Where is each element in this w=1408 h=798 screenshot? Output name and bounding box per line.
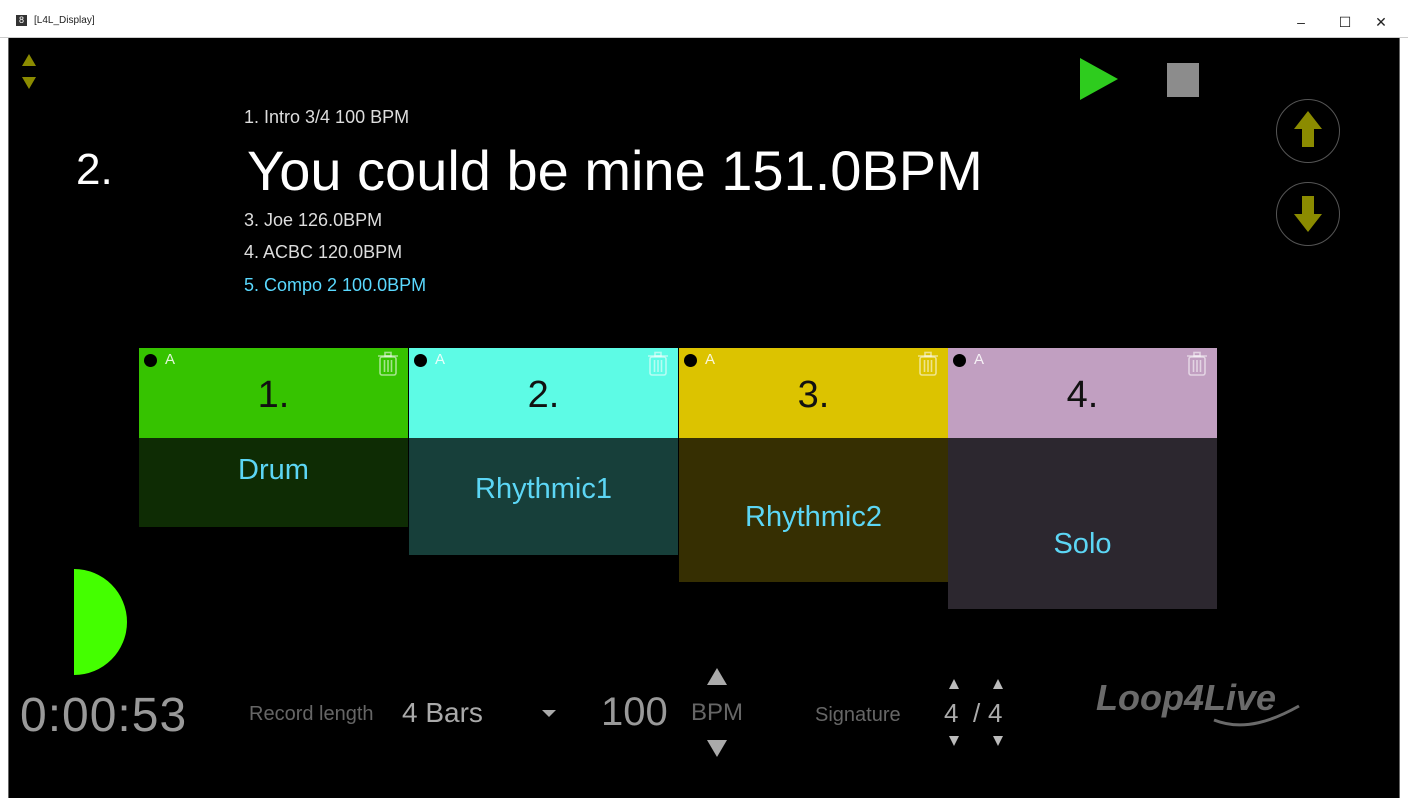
window-border-right (1399, 38, 1400, 798)
auto-mode-label[interactable]: A (705, 351, 715, 369)
app-icon: 8 (16, 15, 27, 26)
minimize-button[interactable]: – (1278, 8, 1324, 36)
track-body[interactable]: Solo (948, 438, 1218, 609)
track-body[interactable]: Rhythmic2 (679, 438, 949, 582)
track-header[interactable]: A 4. (948, 348, 1218, 438)
track-body[interactable]: Rhythmic1 (409, 438, 679, 555)
next-song-item[interactable]: 3. Joe 126.0BPM (244, 209, 382, 231)
song-up-button[interactable] (1276, 99, 1340, 163)
track-number: 4. (1066, 374, 1099, 416)
auto-mode-label[interactable]: A (165, 351, 175, 369)
auto-mode-label[interactable]: A (974, 351, 984, 369)
arrow-up-icon (1294, 111, 1322, 147)
track-card: A 3. Rhythmic2 (679, 348, 949, 582)
track-card: A 2. Rhythmic1 (409, 348, 679, 555)
track-name: Solo (1053, 528, 1112, 560)
record-arm-icon[interactable] (414, 354, 427, 367)
song-down-button[interactable] (1276, 182, 1340, 246)
previous-song[interactable]: 1. Intro 3/4 100 BPM (244, 106, 409, 128)
window-frame-right (1399, 38, 1408, 798)
signature-slash: / (973, 698, 981, 728)
signature-label: Signature (815, 704, 901, 726)
current-song-title[interactable]: You could be mine 151.0BPM (247, 139, 983, 203)
track-name: Rhythmic1 (475, 473, 612, 505)
bpm-increase-button[interactable] (707, 668, 727, 685)
signature-den-up-button[interactable] (993, 679, 1003, 689)
track-card: A 1. Drum (139, 348, 409, 527)
window-border-left (8, 38, 9, 798)
track-number: 3. (797, 374, 830, 416)
bpm-decrease-button[interactable] (707, 740, 727, 757)
track-card: A 4. Solo (948, 348, 1218, 609)
record-length-label: Record length (249, 703, 374, 725)
metronome-indicator-icon (74, 569, 127, 675)
collapse-toggle-icon[interactable] (21, 53, 37, 93)
track-header[interactable]: A 1. (139, 348, 409, 438)
elapsed-timer: 0:00:53 (20, 689, 188, 742)
track-header[interactable]: A 3. (679, 348, 949, 438)
chevron-down-icon[interactable] (542, 710, 556, 717)
signature-numerator: 4 (944, 698, 959, 728)
track-name: Drum (238, 454, 309, 486)
current-song-number: 2. (76, 145, 113, 194)
loop4live-logo: Loop4Live (1096, 677, 1300, 727)
arrow-down-icon (1294, 196, 1322, 232)
logo-text: Loop4Live (1096, 677, 1276, 718)
record-arm-icon[interactable] (684, 354, 697, 367)
signature-denominator: 4 (988, 698, 1003, 728)
track-number: 2. (527, 374, 560, 416)
record-arm-icon[interactable] (144, 354, 157, 367)
next-song-item[interactable]: 4. ACBC 120.0BPM (244, 241, 402, 263)
next-song-item[interactable]: 5. Compo 2 100.0BPM (244, 274, 426, 296)
signature-num-down-button[interactable] (949, 736, 959, 746)
record-arm-icon[interactable] (953, 354, 966, 367)
window-titlebar (0, 0, 1408, 38)
play-button[interactable] (1080, 58, 1118, 100)
auto-mode-label[interactable]: A (435, 351, 445, 369)
record-length-select[interactable]: 4 Bars (402, 696, 483, 730)
signature-den-down-button[interactable] (993, 736, 1003, 746)
track-body[interactable]: Drum (139, 438, 409, 527)
window-title: [L4L_Display] (34, 15, 95, 26)
bpm-unit-label: BPM (691, 699, 744, 726)
track-number: 1. (257, 374, 290, 416)
signature-num-up-button[interactable] (949, 679, 959, 689)
stop-button[interactable] (1167, 63, 1199, 97)
track-name: Rhythmic2 (745, 501, 882, 533)
track-header[interactable]: A 2. (409, 348, 679, 438)
bpm-value[interactable]: 100 (601, 688, 668, 736)
close-button[interactable]: ✕ (1358, 8, 1404, 36)
